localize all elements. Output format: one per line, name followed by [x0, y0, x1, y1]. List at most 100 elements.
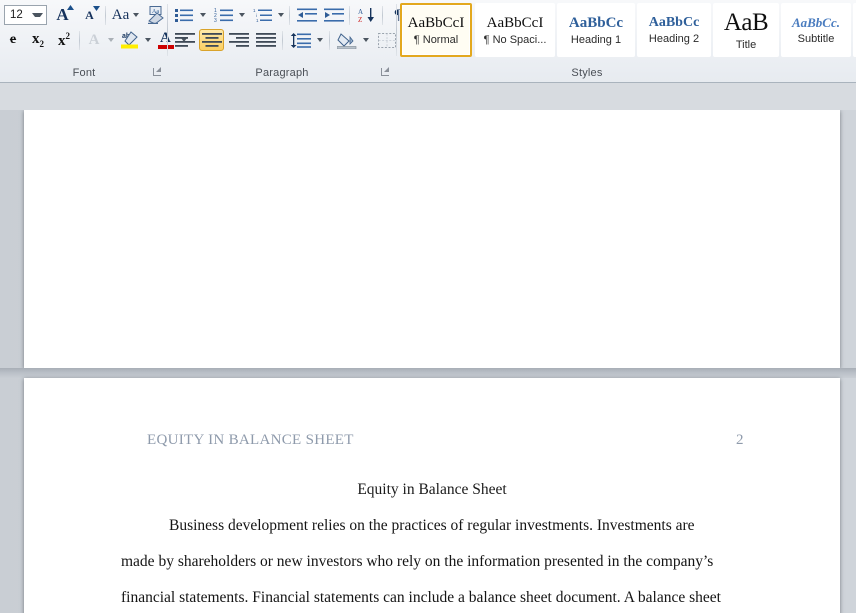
styles-group-label: Styles — [571, 67, 603, 79]
font-size-chevron-down-icon[interactable] — [32, 13, 43, 17]
superscript-button[interactable]: x2 — [52, 29, 76, 51]
change-case-icon: Aa — [111, 6, 130, 23]
chevron-down-icon — [144, 38, 151, 42]
multilevel-list-dropdown[interactable] — [275, 4, 286, 26]
chevron-down-icon — [238, 13, 245, 17]
divider — [282, 31, 283, 50]
style-label: ¶ No Spaci... — [483, 33, 547, 46]
font-size-value: 12 — [10, 9, 23, 21]
style-preview: AaBbCc — [648, 15, 700, 30]
justify-button[interactable] — [253, 29, 278, 51]
clear-formatting-button[interactable]: Aa — [144, 4, 168, 26]
chevron-down-icon — [362, 38, 369, 42]
style-label: Subtitle — [797, 33, 835, 45]
numbering-dropdown[interactable] — [236, 4, 247, 26]
shading-button[interactable] — [334, 29, 359, 51]
divider — [289, 6, 290, 25]
style-subtitle[interactable]: AaBbCc. Subtitle — [781, 3, 851, 57]
svg-text:1: 1 — [256, 18, 259, 22]
style-label: Heading 2 — [648, 33, 700, 45]
font-group-label: Font — [72, 67, 96, 79]
grow-font-button[interactable]: A — [50, 4, 75, 26]
line-spacing-icon — [290, 32, 311, 48]
borders-grid-icon — [377, 32, 396, 48]
paragraph-line-2: made by shareholders or new investors wh… — [121, 553, 714, 570]
running-header: EQUITY IN BALANCE SHEET — [147, 432, 354, 448]
style-no-spacing[interactable]: AaBbCcI ¶ No Spaci... — [475, 3, 555, 57]
align-right-button[interactable] — [226, 29, 251, 51]
align-left-button[interactable] — [172, 29, 197, 51]
justify-icon — [255, 33, 276, 47]
increase-indent-button[interactable] — [321, 4, 346, 26]
style-title[interactable]: AaB Title — [713, 3, 779, 57]
numbering-button[interactable]: 1 2 3 — [211, 4, 235, 26]
increase-indent-icon — [323, 8, 344, 22]
align-center-icon — [201, 33, 222, 47]
shading-dropdown[interactable] — [360, 29, 371, 51]
change-case-button[interactable]: Aa — [109, 4, 142, 26]
align-center-button[interactable] — [199, 29, 224, 51]
style-heading-1[interactable]: AaBbCс Heading 1 — [557, 3, 635, 57]
numbered-list-icon: 1 2 3 — [214, 8, 233, 22]
svg-text:3: 3 — [214, 18, 217, 22]
svg-text:Z: Z — [358, 16, 362, 23]
multilevel-list-button[interactable]: 1 i 1 — [250, 4, 274, 26]
divider — [105, 6, 106, 25]
divider — [329, 31, 330, 50]
document-title: Equity in Balance Sheet — [357, 481, 507, 498]
align-right-icon — [228, 33, 249, 47]
ribbon-group-styles: AaBbCcI ¶ Normal AaBbCcI ¶ No Spaci... A… — [397, 0, 856, 82]
text-highlight-color-dropdown[interactable] — [142, 29, 153, 51]
paint-bucket-icon — [336, 32, 357, 49]
svg-text:A: A — [358, 8, 363, 16]
document-canvas[interactable]: EQUITY IN BALANCE SHEET 2 Equity in Bala… — [0, 110, 856, 613]
change-case-chevron-down-icon[interactable] — [133, 13, 140, 17]
paragraph-line-3: financial statements. Financial statemen… — [121, 589, 721, 606]
page-number: 2 — [736, 432, 744, 448]
align-left-icon — [174, 33, 195, 47]
ruler-band: 11234567 — [0, 83, 856, 194]
grow-font-icon: A — [56, 4, 75, 25]
chevron-down-icon — [107, 38, 114, 42]
divider — [349, 6, 350, 25]
subscript-icon: x2 — [32, 31, 44, 49]
font-dialog-launcher[interactable] — [152, 67, 163, 78]
document-page-1[interactable] — [24, 110, 840, 368]
style-preview: AaBbCcI — [407, 14, 465, 31]
style-label: Heading 1 — [570, 33, 622, 46]
ribbon: 12 A A Aa Aa e x2 x2 A ab A Font 1 2 3 1… — [0, 0, 856, 83]
ribbon-group-paragraph: 1 2 3 1 i 1 A Z ¶ Paragraph — [168, 0, 409, 82]
style-preview: AaBbCc. — [791, 15, 841, 30]
style-normal[interactable]: AaBbCcI ¶ Normal — [400, 3, 472, 57]
text-effects-button[interactable]: A — [83, 29, 105, 51]
line-spacing-button[interactable] — [287, 29, 313, 51]
style-label: Title — [735, 39, 757, 51]
decrease-indent-button[interactable] — [294, 4, 319, 26]
shrink-font-icon: A — [85, 6, 101, 24]
strikethrough-icon: e — [9, 32, 17, 47]
text-effects-dropdown[interactable] — [105, 29, 116, 51]
ribbon-group-font: 12 A A Aa Aa e x2 x2 A ab A Font — [0, 0, 187, 82]
paragraph-line-1: Business development relies on the pract… — [169, 517, 695, 534]
font-size-input[interactable]: 12 — [4, 5, 47, 25]
multilevel-list-icon: 1 i 1 — [253, 8, 272, 22]
line-spacing-dropdown[interactable] — [314, 29, 325, 51]
divider — [79, 31, 80, 50]
strikethrough-button[interactable]: e — [2, 29, 24, 51]
style-label: ¶ Normal — [413, 33, 459, 46]
document-page-2[interactable]: EQUITY IN BALANCE SHEET 2 Equity in Bala… — [24, 378, 840, 613]
subscript-button[interactable]: x2 — [26, 29, 50, 51]
style-preview: AaBbCcI — [486, 14, 544, 31]
chevron-down-icon — [277, 13, 284, 17]
bullets-button[interactable] — [172, 4, 196, 26]
style-heading-2[interactable]: AaBbCc Heading 2 — [637, 3, 711, 57]
paragraph-group-label: Paragraph — [255, 67, 309, 79]
paragraph-dialog-launcher[interactable] — [380, 67, 391, 78]
chevron-down-icon — [316, 38, 323, 42]
sort-button[interactable]: A Z — [354, 4, 379, 26]
shrink-font-button[interactable]: A — [77, 4, 102, 26]
bullets-dropdown[interactable] — [197, 4, 208, 26]
text-highlight-color-button[interactable]: ab — [118, 29, 142, 51]
bulleted-list-icon — [175, 9, 193, 22]
decrease-indent-icon — [296, 8, 317, 22]
